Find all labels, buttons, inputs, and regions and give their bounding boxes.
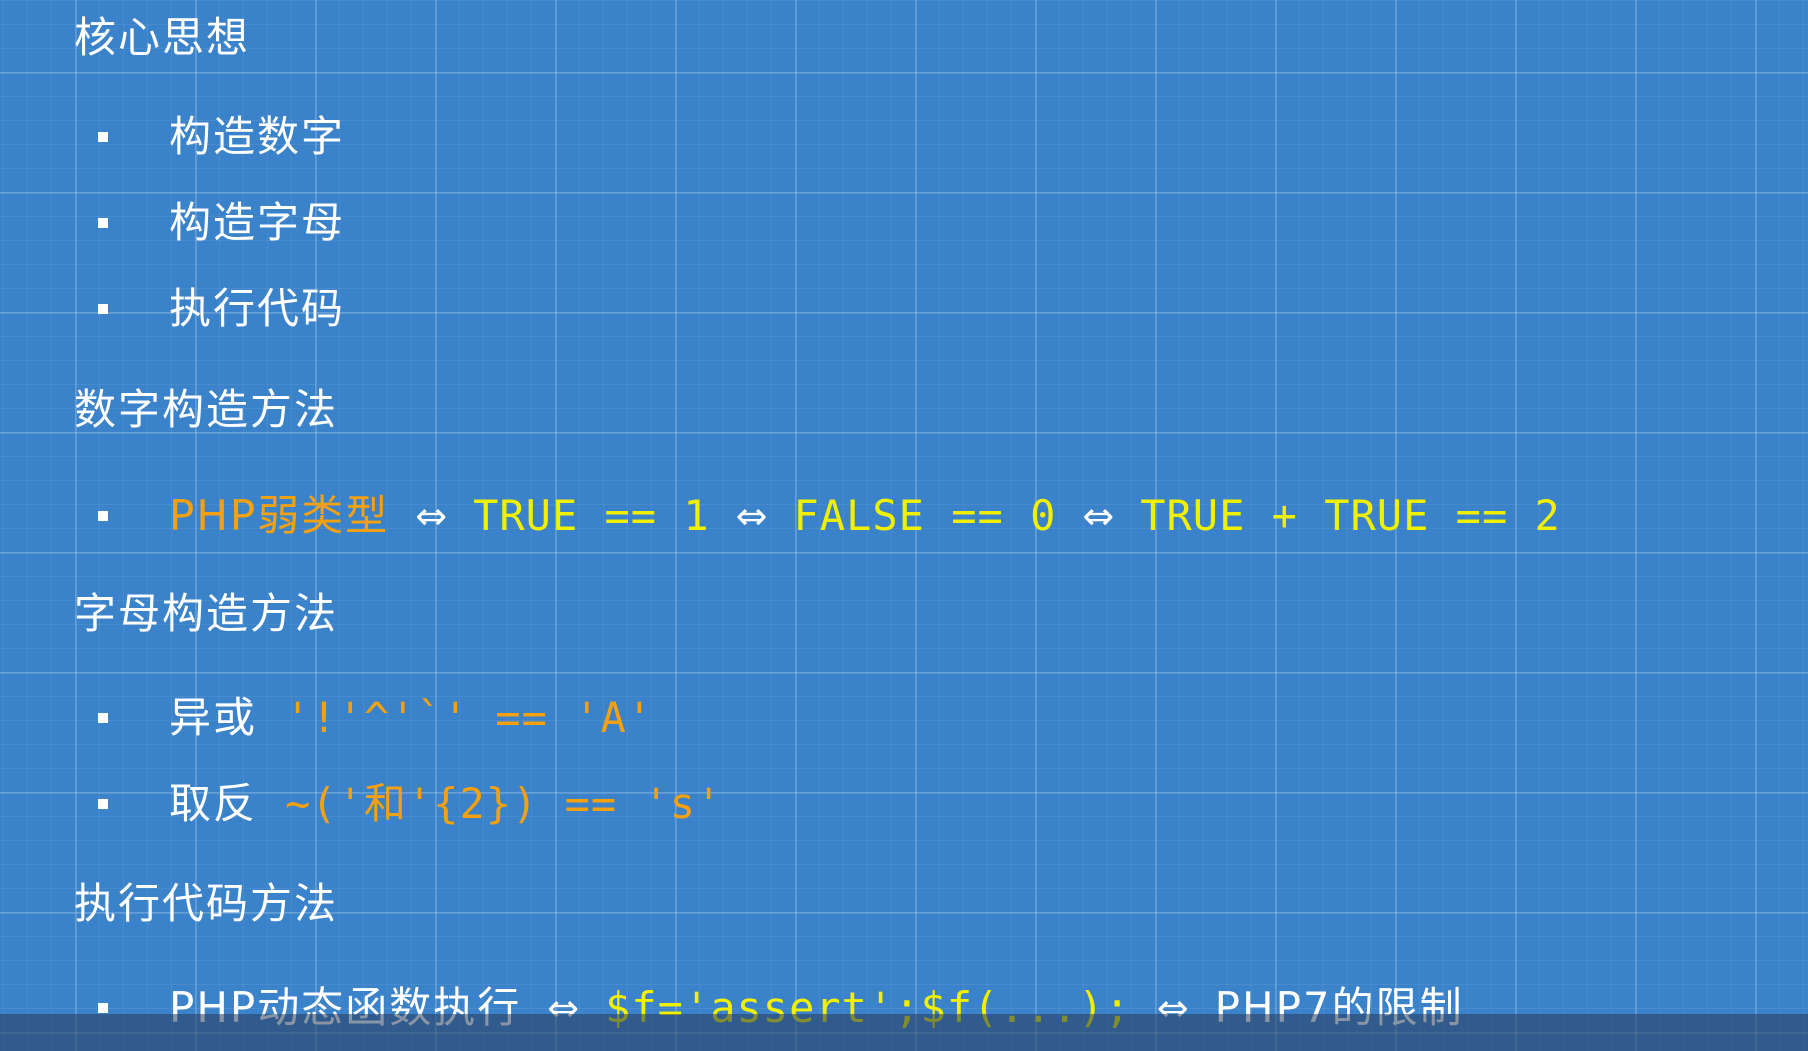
php-weak-type-label: PHP弱类型 bbox=[169, 491, 390, 540]
list-item-bitwise-not: 取反 ~('和'{2}) == 's' bbox=[98, 776, 722, 832]
equivalence-arrow-icon: ⇔ bbox=[735, 494, 768, 538]
bullet-icon bbox=[98, 511, 108, 521]
xor-label: 异或 bbox=[169, 693, 258, 742]
list-item-label: 构造字母 bbox=[169, 198, 346, 247]
expr-false-eq-0: FALSE == 0 bbox=[793, 491, 1057, 540]
expr-true-eq-1: TRUE == 1 bbox=[473, 491, 710, 540]
bullet-icon bbox=[98, 218, 108, 228]
equivalence-arrow-icon: ⇔ bbox=[415, 494, 448, 538]
bullet-icon bbox=[98, 1003, 108, 1013]
list-item-label: 执行代码 bbox=[169, 284, 346, 333]
list-item-xor: 异或 '!'^'`' == 'A' bbox=[98, 690, 653, 746]
slide: 核心思想 构造数字 构造字母 执行代码 数字构造方法 PHP弱类型 ⇔ TRUE… bbox=[0, 0, 1808, 1051]
heading-letter-method: 字母构造方法 bbox=[74, 589, 339, 638]
heading-core-idea: 核心思想 bbox=[74, 13, 251, 62]
list-item-construct-letter: 构造字母 bbox=[98, 195, 345, 251]
heading-exec-method: 执行代码方法 bbox=[74, 879, 339, 928]
list-item-execute-code: 执行代码 bbox=[98, 281, 345, 337]
bottom-overlay-bar bbox=[0, 1014, 1808, 1051]
list-item-construct-number: 构造数字 bbox=[98, 109, 345, 165]
xor-code: '!'^'`' == 'A' bbox=[285, 693, 654, 742]
bullet-icon bbox=[98, 304, 108, 314]
heading-number-method: 数字构造方法 bbox=[74, 385, 339, 434]
equivalence-arrow-icon: ⇔ bbox=[1082, 494, 1115, 538]
list-item-php-weak-type: PHP弱类型 ⇔ TRUE == 1 ⇔ FALSE == 0 ⇔ TRUE +… bbox=[98, 488, 1561, 544]
not-label: 取反 bbox=[169, 779, 258, 828]
not-code: ~('和'{2}) == 's' bbox=[285, 779, 723, 828]
bullet-icon bbox=[98, 713, 108, 723]
expr-true-plus-true-eq-2: TRUE + TRUE == 2 bbox=[1140, 491, 1561, 540]
list-item-label: 构造数字 bbox=[169, 112, 346, 161]
bullet-icon bbox=[98, 799, 108, 809]
bullet-icon bbox=[98, 132, 108, 142]
